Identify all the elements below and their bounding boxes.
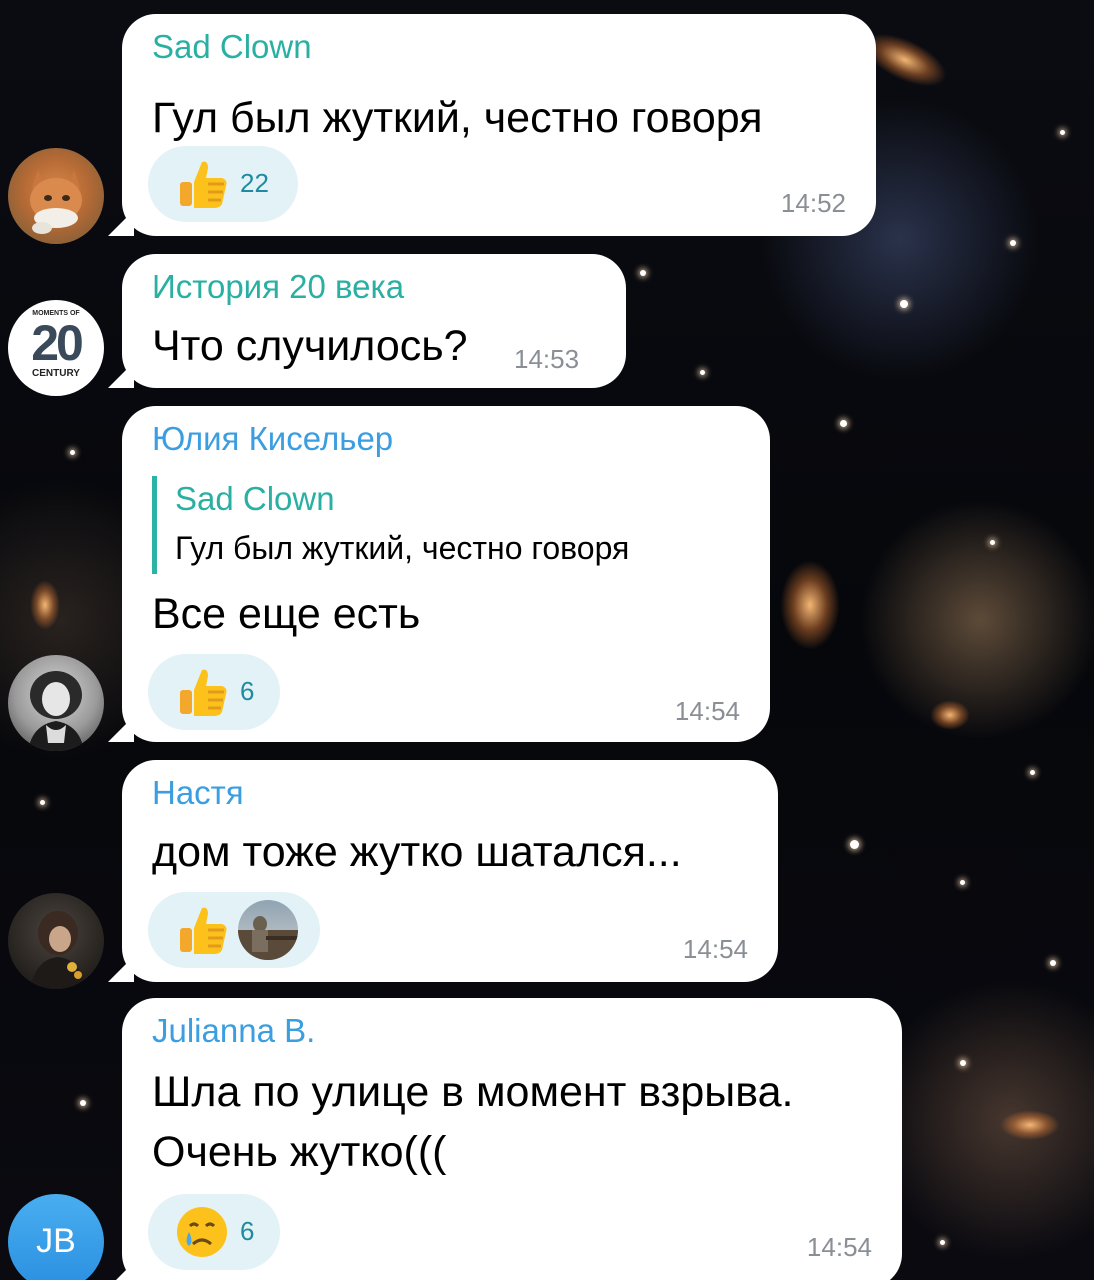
thumbs-up-icon (180, 907, 227, 954)
message-time: 14:54 (806, 1232, 872, 1262)
quoted-text: Гул был жуткий, честно говоря (175, 530, 630, 566)
quoted-sender: Sad Clown (175, 480, 335, 517)
message-text: Гул был жуткий, честно говоря (152, 94, 763, 142)
avatar-logo-bottom: CENTURY (32, 368, 80, 379)
avatar-istoriya-20-veka[interactable]: MOMENTS OF 20 CENTURY (8, 300, 104, 396)
thumbs-up-icon (180, 161, 227, 208)
avatar-yulia-kiselyer[interactable] (8, 655, 104, 751)
message-text-line-2: Очень жутко((( (152, 1128, 447, 1176)
message-time: 14:54 (674, 696, 740, 726)
avatar-julianna-b[interactable]: JB (8, 1194, 104, 1280)
message-text: Все еще есть (152, 590, 421, 638)
reaction-thumbs-up[interactable]: 6 (148, 654, 280, 730)
avatar-sad-clown[interactable] (8, 148, 104, 244)
sender-name[interactable]: Юлия Кисельер (152, 420, 393, 458)
message-bubble[interactable]: Julianna B. Шла по улице в момент взрыва… (108, 998, 902, 1280)
sender-name[interactable]: Настя (152, 774, 244, 812)
message-bubble[interactable]: Юлия Кисельер Sad Clown Гул был жуткий, … (108, 406, 770, 742)
message-time: 14:53 (514, 344, 580, 374)
reaction-thumbs-up[interactable]: 22 (148, 146, 298, 222)
message-bubble[interactable]: Sad Clown Гул был жуткий, честно говоря … (108, 14, 876, 236)
woman-photo-icon (28, 671, 84, 751)
sender-name[interactable]: Julianna B. (152, 1012, 315, 1050)
sender-name[interactable]: Sad Clown (152, 28, 312, 66)
reactor-avatar[interactable] (238, 900, 298, 960)
reaction-count: 6 (240, 1216, 255, 1246)
crying-face-icon (177, 1207, 227, 1257)
girl-photo-icon (30, 911, 86, 989)
reaction-thumbs-up[interactable] (148, 892, 320, 968)
avatar-logo-number: 20 (31, 315, 84, 371)
message-time: 14:54 (682, 934, 748, 964)
avatar-initials: JB (36, 1222, 76, 1260)
reaction-count: 6 (240, 676, 255, 706)
reaction-count: 22 (240, 168, 269, 198)
thumbs-up-icon (180, 669, 227, 716)
reply-quote[interactable]: Sad Clown Гул был жуткий, честно говоря (152, 476, 629, 574)
sender-name[interactable]: История 20 века (152, 268, 404, 306)
message-text-line-1: Шла по улице в момент взрыва. (152, 1068, 794, 1116)
message-text: дом тоже жутко шатался... (152, 828, 682, 876)
person-photo-icon (238, 916, 298, 960)
message-bubble[interactable]: История 20 века Что случилось? 14:53 (108, 254, 626, 388)
message-time: 14:52 (780, 188, 846, 218)
avatar-nastya[interactable] (8, 893, 104, 989)
message-bubble[interactable]: Настя дом тоже жутко шатался... 14:54 (108, 760, 778, 982)
message-text: Что случилось? (152, 322, 468, 370)
reaction-crying-face[interactable]: 6 (148, 1194, 280, 1270)
cat-photo-icon (30, 170, 82, 234)
